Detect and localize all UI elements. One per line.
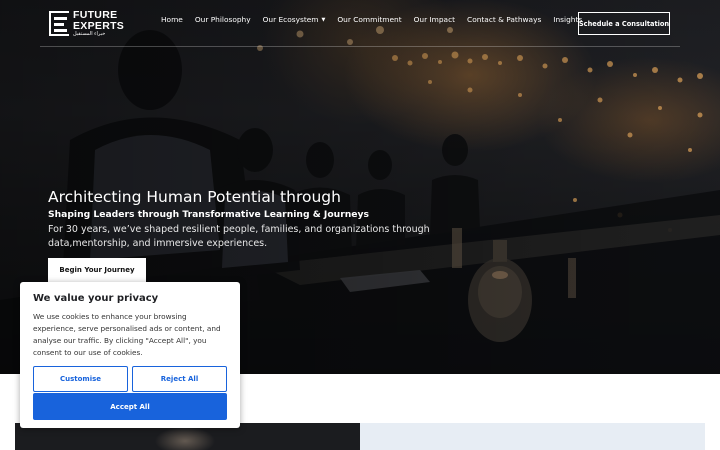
nav-home[interactable]: Home <box>161 15 183 24</box>
logo-text: FUTURE EXPERTS خبراء المستقبل <box>73 10 124 37</box>
main-nav: Home Our Philosophy Our Ecosystem ▼ Our C… <box>161 15 594 24</box>
chevron-down-icon: ▼ <box>321 17 326 23</box>
lower-content-panel <box>360 423 705 450</box>
nav-contact-pathways[interactable]: Contact & Pathways <box>467 15 541 24</box>
begin-journey-button[interactable]: Begin Your Journey <box>48 258 146 282</box>
accept-all-button[interactable]: Accept All <box>33 393 227 420</box>
logo-word-experts: EXPERTS <box>73 19 125 32</box>
logo-mark-icon <box>49 11 69 36</box>
hero-description: For 30 years, we’ve shaped resilient peo… <box>48 224 430 249</box>
reject-all-button[interactable]: Reject All <box>132 366 227 392</box>
nav-our-ecosystem-label: Our Ecosystem <box>262 15 319 24</box>
hero-title: Architecting Human Potential through <box>48 188 341 206</box>
logo-arabic-text: خبراء المستقبل <box>73 31 106 37</box>
page: FUTURE EXPERTS خبراء المستقبل Home Our P… <box>0 0 720 450</box>
hero-subtitle: Shaping Leaders through Transformative L… <box>48 209 369 220</box>
nav-our-philosophy[interactable]: Our Philosophy <box>195 15 251 24</box>
cookie-consent-banner: We value your privacy We use cookies to … <box>20 282 240 428</box>
cookie-title: We value your privacy <box>33 293 159 304</box>
nav-our-commitment[interactable]: Our Commitment <box>337 15 401 24</box>
logo[interactable]: FUTURE EXPERTS خبراء المستقبل <box>49 10 124 37</box>
site-header: FUTURE EXPERTS خبراء المستقبل Home Our P… <box>0 0 720 47</box>
cookie-description: We use cookies to enhance your browsing … <box>33 312 221 357</box>
schedule-consultation-button[interactable]: Schedule a Consultation <box>578 12 670 35</box>
logo-word-future: FUTURE <box>73 9 118 21</box>
nav-our-impact[interactable]: Our Impact <box>414 15 455 24</box>
customise-button[interactable]: Customise <box>33 366 128 392</box>
nav-our-ecosystem[interactable]: Our Ecosystem ▼ <box>263 15 326 24</box>
header-divider <box>40 46 680 47</box>
